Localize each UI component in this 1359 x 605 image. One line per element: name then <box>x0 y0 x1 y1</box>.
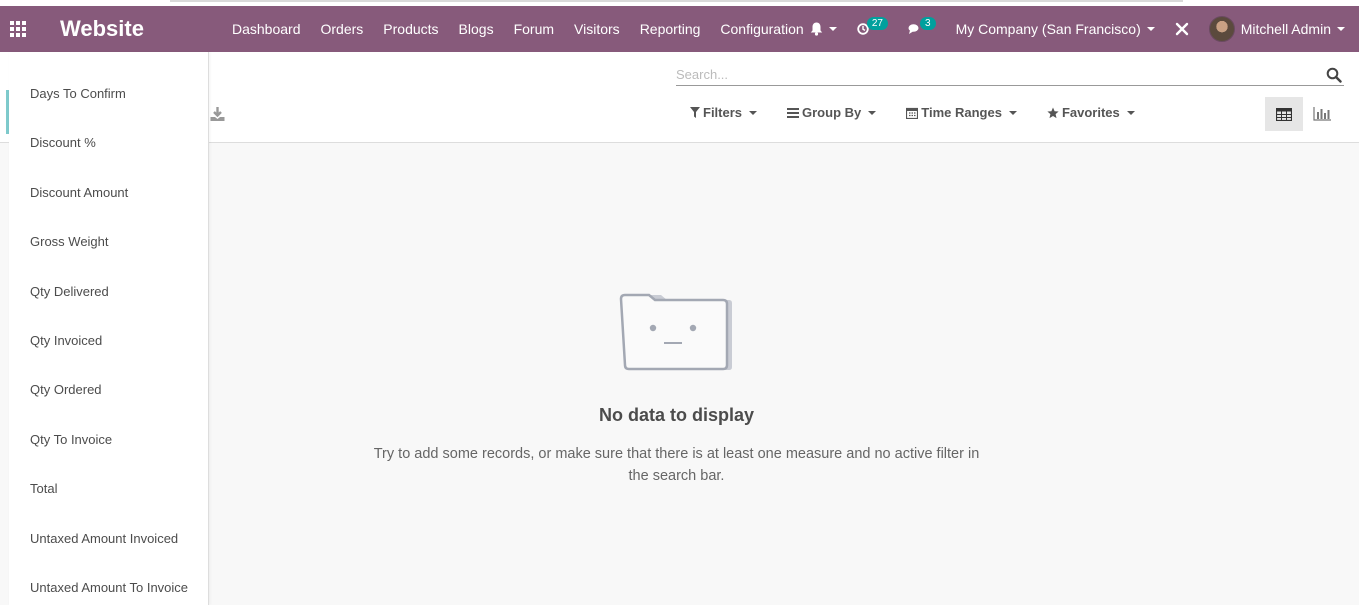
chevron-down-icon <box>1126 110 1135 115</box>
menu-products[interactable]: Products <box>373 6 448 52</box>
time-ranges-label: Time Ranges <box>921 105 1002 120</box>
time-ranges-dropdown-button[interactable]: Time Ranges <box>906 105 1017 120</box>
tools-icon <box>1175 22 1188 36</box>
search-input[interactable] <box>676 64 1316 84</box>
chevron-down-icon <box>828 27 837 31</box>
favorites-label: Favorites <box>1061 105 1120 120</box>
graph-view-button[interactable] <box>1303 97 1341 131</box>
messages-button[interactable]: 3 <box>898 6 946 52</box>
company-name: My Company (San Francisco) <box>955 21 1141 37</box>
measure-item-discount-percent[interactable]: Discount % <box>9 101 208 150</box>
horizontal-scrollbar[interactable] <box>170 0 1183 2</box>
menu-orders[interactable]: Orders <box>311 6 374 52</box>
main-menu: Dashboard Orders Products Blogs Forum Vi… <box>172 6 814 52</box>
user-menu[interactable]: Mitchell Admin <box>1199 6 1359 52</box>
measures-dropdown: Days To Confirm Discount % Discount Amou… <box>9 52 209 605</box>
measure-item-qty-invoiced[interactable]: Qty Invoiced <box>9 299 208 348</box>
chevron-down-icon <box>749 110 758 115</box>
empty-state-title: No data to display <box>598 405 755 425</box>
menu-visitors[interactable]: Visitors <box>564 6 630 52</box>
company-switcher[interactable]: My Company (San Francisco) <box>946 6 1165 52</box>
filters-label: Filters <box>703 105 743 120</box>
filters-dropdown-button[interactable]: Filters <box>690 105 758 120</box>
measure-item-untaxed-amount-invoiced[interactable]: Untaxed Amount Invoiced <box>9 497 208 546</box>
activities-count-badge: 27 <box>866 16 888 30</box>
measure-item-qty-to-invoice[interactable]: Qty To Invoice <box>9 398 208 447</box>
menu-reporting[interactable]: Reporting <box>630 6 711 52</box>
apps-menu-icon[interactable] <box>0 6 36 52</box>
top-navbar: Website Dashboard Orders Products Blogs … <box>0 6 1359 52</box>
menu-blogs[interactable]: Blogs <box>449 6 504 52</box>
bar-chart-icon <box>1313 107 1331 121</box>
debug-tools-button[interactable] <box>1165 6 1199 52</box>
table-icon <box>1276 107 1292 121</box>
messages-count-badge: 3 <box>920 16 936 30</box>
measure-item-qty-delivered[interactable]: Qty Delivered <box>9 250 208 299</box>
search-bar <box>676 64 1344 86</box>
menu-configuration[interactable]: Configuration <box>710 6 813 52</box>
measure-item-days-to-confirm[interactable]: Days To Confirm <box>9 52 208 101</box>
avatar <box>1208 16 1235 42</box>
menu-forum[interactable]: Forum <box>504 6 564 52</box>
chevron-down-icon <box>1008 110 1017 115</box>
chevron-down-icon <box>868 110 877 115</box>
view-switcher <box>1265 97 1341 131</box>
group-by-dropdown-button[interactable]: Group By <box>787 105 877 120</box>
group-by-label: Group By <box>802 105 862 120</box>
star-icon <box>1047 107 1059 118</box>
favorites-dropdown-button[interactable]: Favorites <box>1047 105 1135 120</box>
measure-item-total[interactable]: Total <box>9 447 208 496</box>
search-icon[interactable] <box>1326 67 1342 83</box>
app-brand[interactable]: Website <box>60 16 172 42</box>
measure-item-discount-amount[interactable]: Discount Amount <box>9 151 208 200</box>
calendar-icon <box>906 107 919 119</box>
user-name: Mitchell Admin <box>1240 21 1331 37</box>
menu-dashboard[interactable]: Dashboard <box>172 6 311 52</box>
notifications-button[interactable] <box>800 6 847 52</box>
empty-state-text: Try to add some records, or make sure th… <box>373 446 980 484</box>
chevron-down-icon <box>1337 27 1345 31</box>
pivot-view-button[interactable] <box>1265 97 1303 131</box>
filter-icon <box>690 107 700 118</box>
measure-item-gross-weight[interactable]: Gross Weight <box>9 200 208 249</box>
download-icon[interactable] <box>209 106 226 123</box>
measure-item-qty-ordered[interactable]: Qty Ordered <box>9 348 208 397</box>
bell-icon <box>810 22 823 36</box>
empty-folder-icon <box>619 293 732 371</box>
navbar-systray: 27 3 My Company (San Francisco) Mitchell… <box>800 6 1359 52</box>
search-panel-options: Filters Group By Time Ranges Favorites <box>690 105 1165 120</box>
bars-icon <box>787 107 800 118</box>
measure-item-untaxed-amount-to-invoice[interactable]: Untaxed Amount To Invoice <box>9 546 208 595</box>
activities-button[interactable]: 27 <box>847 6 898 52</box>
chevron-down-icon <box>1146 27 1155 31</box>
